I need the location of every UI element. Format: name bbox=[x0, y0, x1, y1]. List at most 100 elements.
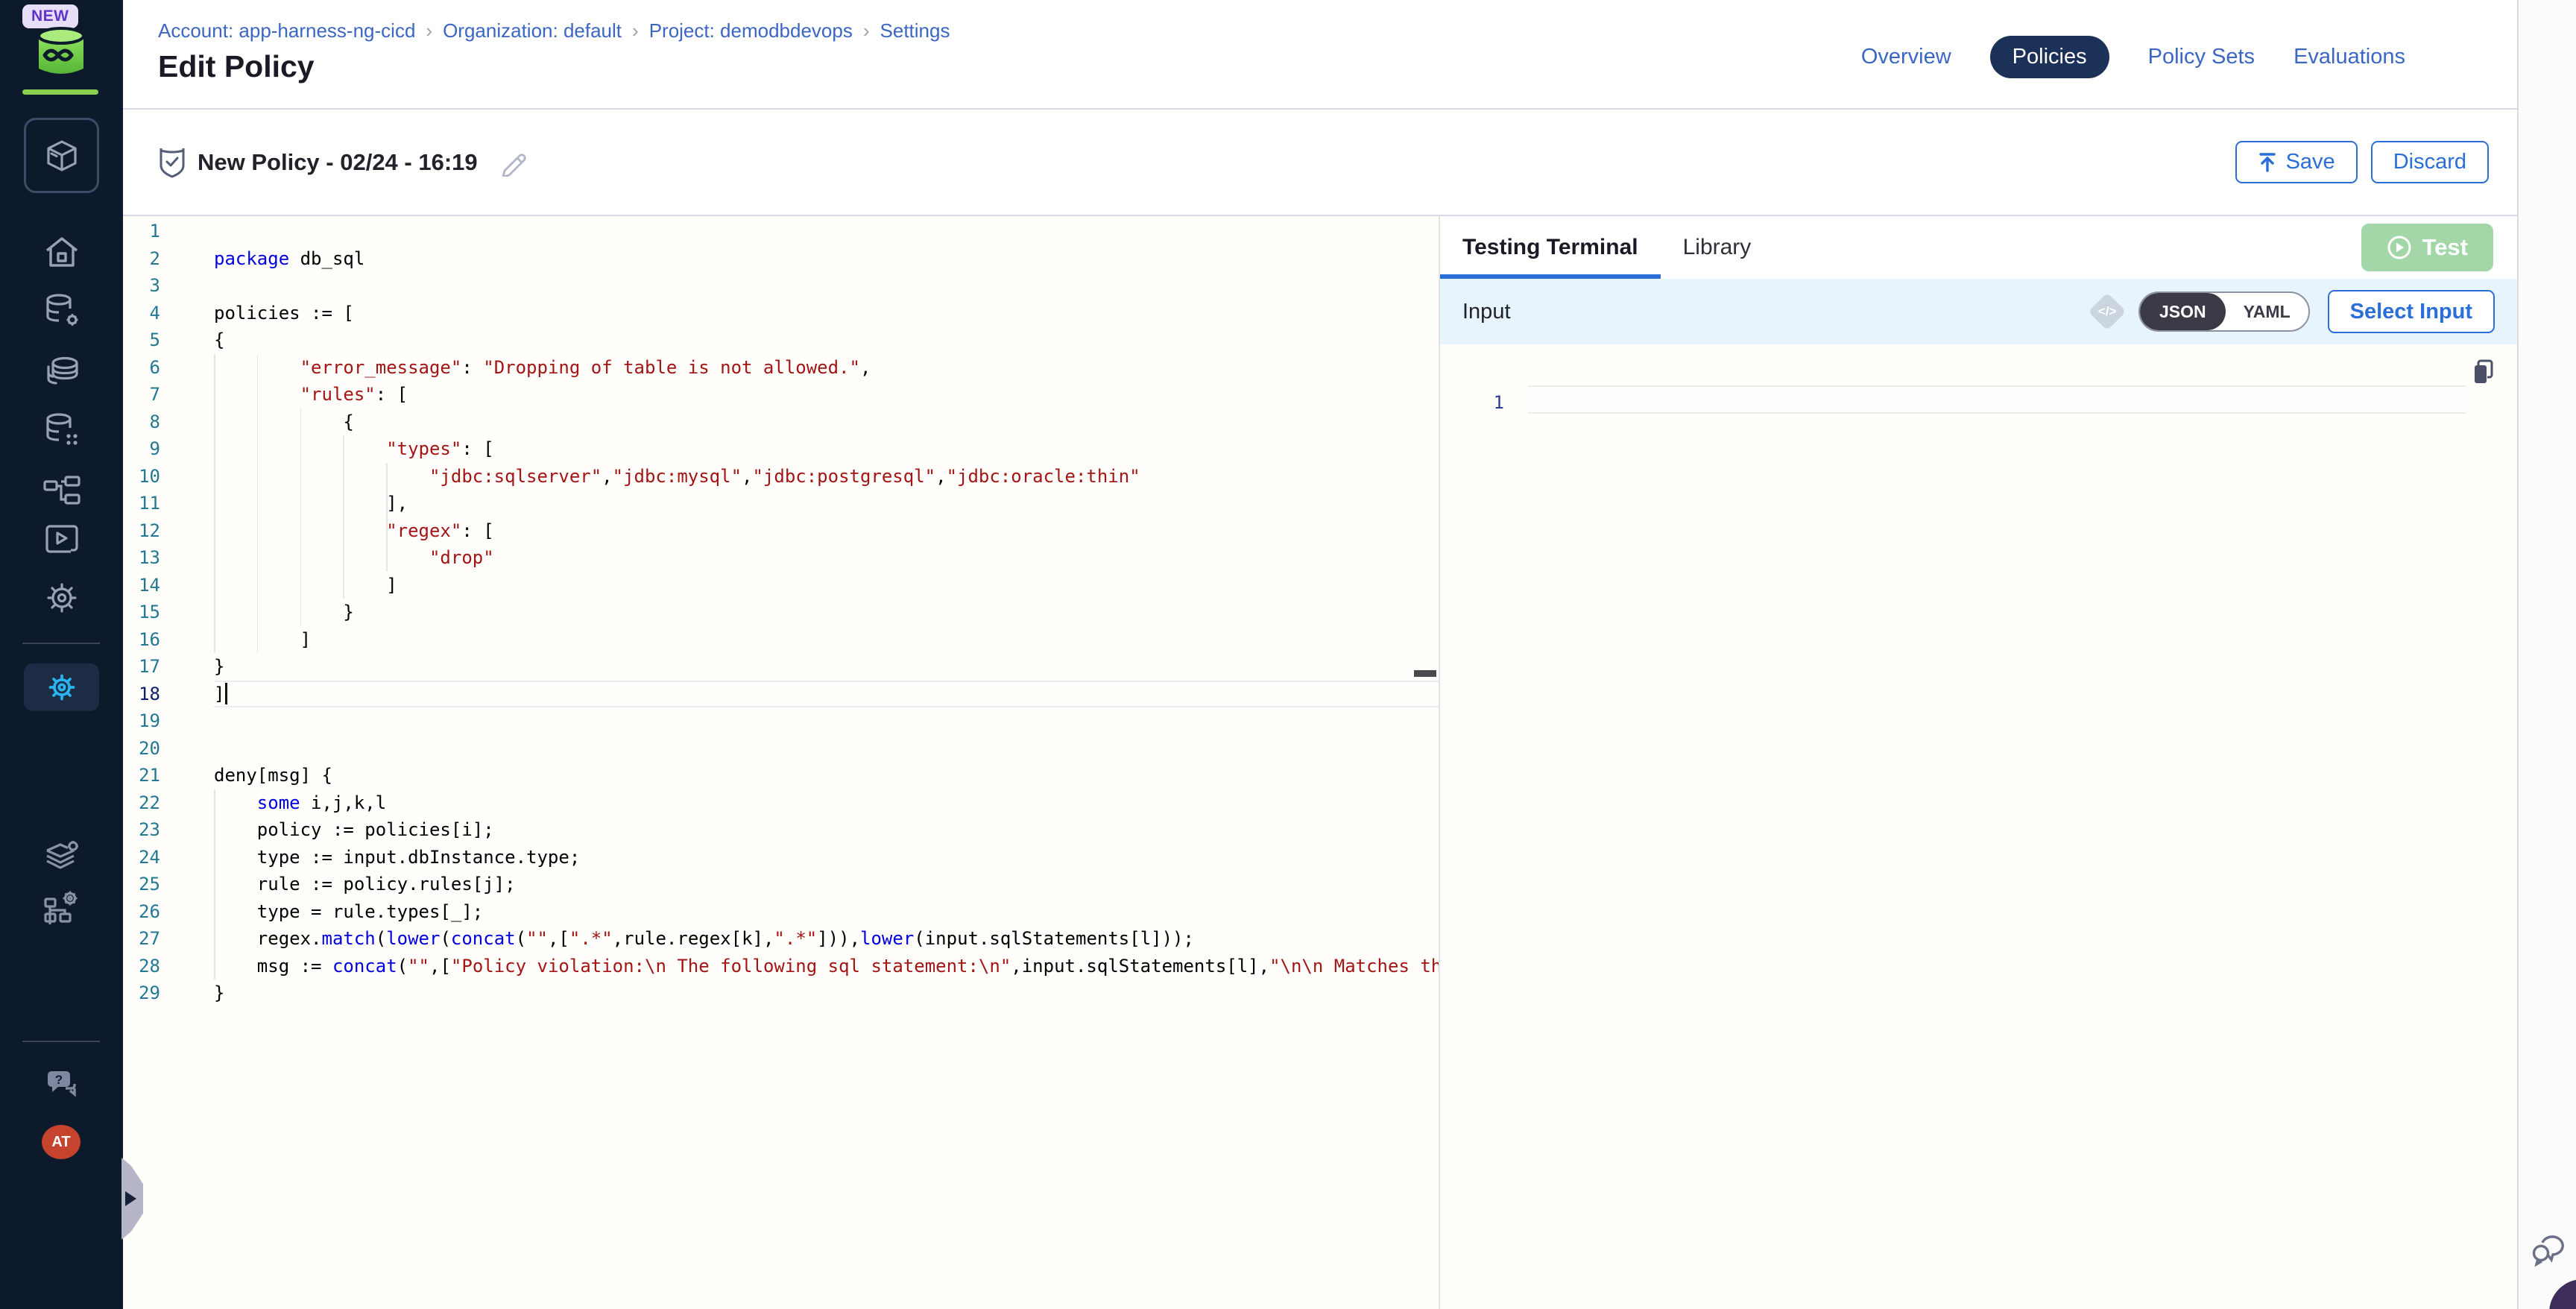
sidebar-item-flow[interactable] bbox=[0, 474, 123, 507]
line-number: 16 bbox=[123, 629, 160, 650]
format-toggle: JSONYAML bbox=[2138, 291, 2310, 332]
line-content: "jdbc:sqlserver","jdbc:mysql","jdbc:post… bbox=[214, 463, 1439, 491]
line-content: ] bbox=[214, 626, 1439, 654]
code-line[interactable]: 3 bbox=[123, 272, 1439, 300]
nav-tab-evaluations[interactable]: Evaluations bbox=[2294, 45, 2405, 69]
code-line[interactable]: 15 } bbox=[123, 599, 1439, 626]
code-line[interactable]: 9 "types": [ bbox=[123, 435, 1439, 463]
sidebar-item-settings-active[interactable] bbox=[24, 663, 99, 711]
terminal-tab-library[interactable]: Library bbox=[1661, 216, 1774, 279]
sidebar-item-org-settings[interactable] bbox=[0, 889, 123, 924]
sidebar-item-db-instances[interactable] bbox=[0, 411, 123, 449]
harness-dbdevops-logo[interactable] bbox=[34, 27, 88, 79]
line-content: } bbox=[214, 980, 1439, 1007]
code-line[interactable]: 13 "drop" bbox=[123, 544, 1439, 572]
line-content: ], bbox=[214, 490, 1439, 517]
chat-bubbles-icon[interactable] bbox=[2529, 1226, 2571, 1268]
copy-icon[interactable] bbox=[2471, 359, 2496, 386]
line-number: 7 bbox=[123, 384, 160, 405]
line-content: regex.match(lower(concat("",[".*",rule.r… bbox=[214, 925, 1439, 953]
policy-code-editor[interactable]: 1 2 package db_sql 3 4policies := [5{6 "erro… bbox=[123, 216, 1439, 1309]
code-line[interactable]: 4policies := [ bbox=[123, 300, 1439, 327]
code-line[interactable]: 27 regex.match(lower(concat("",[".*",rul… bbox=[123, 925, 1439, 953]
format-option-json[interactable]: JSON bbox=[2140, 293, 2226, 330]
indent-guide bbox=[300, 409, 302, 626]
sidebar-item-db-settings[interactable] bbox=[0, 292, 123, 329]
code-line[interactable]: 16 ] bbox=[123, 626, 1439, 654]
svg-text:?: ? bbox=[54, 1073, 62, 1087]
code-line[interactable]: 10 "jdbc:sqlserver","jdbc:mysql","jdbc:p… bbox=[123, 463, 1439, 491]
line-content bbox=[214, 707, 1439, 735]
line-number: 29 bbox=[123, 982, 160, 1003]
code-line[interactable]: 23 policy := policies[i]; bbox=[123, 816, 1439, 844]
edit-name-pencil-icon[interactable] bbox=[499, 148, 527, 177]
code-line[interactable]: 20 bbox=[123, 735, 1439, 763]
line-number: 22 bbox=[123, 792, 160, 813]
upload-icon bbox=[2258, 152, 2277, 173]
breadcrumb-link[interactable]: Project: demodbdevops bbox=[649, 19, 853, 42]
sidebar-item-module-selector[interactable] bbox=[24, 118, 99, 193]
sidebar-item-layers-settings[interactable] bbox=[0, 839, 123, 875]
input-section-header: Input </> JSONYAML Select Input bbox=[1440, 279, 2517, 344]
nav-tab-overview[interactable]: Overview bbox=[1861, 45, 1951, 69]
code-line[interactable]: 24 type := input.dbInstance.type; bbox=[123, 844, 1439, 871]
code-line[interactable]: 11 ], bbox=[123, 490, 1439, 517]
line-content: } bbox=[214, 599, 1439, 626]
sidebar-item-home[interactable] bbox=[0, 236, 123, 268]
code-line[interactable]: 17} bbox=[123, 653, 1439, 681]
code-line[interactable]: 25 rule := policy.rules[j]; bbox=[123, 871, 1439, 898]
terminal-tab-testing-terminal[interactable]: Testing Terminal bbox=[1440, 216, 1661, 279]
input-line-number: 1 bbox=[1479, 392, 1504, 413]
hierarchy-gear-icon bbox=[42, 889, 81, 924]
indent-guide bbox=[257, 354, 259, 654]
code-line[interactable]: 19 bbox=[123, 707, 1439, 735]
code-line[interactable]: 7 "rules": [ bbox=[123, 381, 1439, 409]
breadcrumb-link[interactable]: Organization: default bbox=[443, 19, 622, 42]
code-line[interactable]: 12 "regex": [ bbox=[123, 517, 1439, 545]
code-line[interactable]: 21deny[msg] { bbox=[123, 762, 1439, 789]
line-content: ] bbox=[214, 572, 1439, 599]
code-line[interactable]: 5{ bbox=[123, 327, 1439, 354]
sidebar-item-help[interactable]: ? bbox=[0, 1067, 123, 1102]
nav-tab-policy-sets[interactable]: Policy Sets bbox=[2148, 45, 2255, 69]
code-line[interactable]: 29} bbox=[123, 980, 1439, 1007]
policy-card-header: New Policy - 02/24 - 16:19 Save Discard bbox=[123, 110, 2517, 216]
line-number: 1 bbox=[123, 221, 160, 242]
test-input-editor[interactable]: 1 bbox=[1440, 344, 2517, 1309]
save-button[interactable]: Save bbox=[2235, 141, 2358, 183]
line-content: { bbox=[214, 327, 1439, 354]
line-number: 3 bbox=[123, 275, 160, 296]
line-content: package db_sql bbox=[214, 245, 1439, 273]
sidebar-item-executions[interactable] bbox=[0, 523, 123, 556]
settings-gear-icon bbox=[45, 671, 78, 704]
sidebar-item-gear[interactable] bbox=[0, 580, 123, 616]
breadcrumb-link[interactable]: Account: app-harness-ng-cicd bbox=[158, 19, 415, 42]
breadcrumb-separator: › bbox=[632, 19, 639, 42]
code-line[interactable]: 14 ] bbox=[123, 572, 1439, 599]
line-content: "rules": [ bbox=[214, 381, 1439, 409]
format-option-yaml[interactable]: YAML bbox=[2226, 293, 2308, 330]
breadcrumb-link[interactable]: Settings bbox=[880, 19, 950, 42]
code-line[interactable]: 28 msg := concat("",["Policy violation:\… bbox=[123, 953, 1439, 980]
new-badge: NEW bbox=[22, 4, 78, 28]
code-line[interactable]: 2 package db_sql bbox=[123, 245, 1439, 273]
shield-check-icon bbox=[159, 147, 186, 178]
nav-tab-policies[interactable]: Policies bbox=[1990, 36, 2109, 78]
line-content bbox=[214, 272, 1439, 300]
line-number: 26 bbox=[123, 901, 160, 922]
code-line[interactable]: 22 some i,j,k,l bbox=[123, 789, 1439, 817]
sidebar-item-db-stack[interactable] bbox=[0, 356, 123, 391]
discard-button[interactable]: Discard bbox=[2371, 141, 2489, 183]
select-input-button[interactable]: Select Input bbox=[2328, 290, 2495, 333]
code-line[interactable]: 26 type = rule.types[_]; bbox=[123, 898, 1439, 926]
avatar[interactable]: AT bbox=[42, 1125, 80, 1159]
code-line[interactable]: 8 { bbox=[123, 409, 1439, 436]
code-line[interactable]: 1 bbox=[123, 218, 1439, 245]
line-content: } bbox=[214, 653, 1439, 681]
line-number: 2 bbox=[123, 248, 160, 269]
input-active-line[interactable] bbox=[1528, 385, 2466, 414]
test-button[interactable]: Test bbox=[2361, 224, 2493, 271]
database-grid-icon bbox=[43, 411, 80, 449]
code-line[interactable]: 18] bbox=[123, 681, 1439, 708]
code-line[interactable]: 6 "error_message": "Dropping of table is… bbox=[123, 354, 1439, 382]
